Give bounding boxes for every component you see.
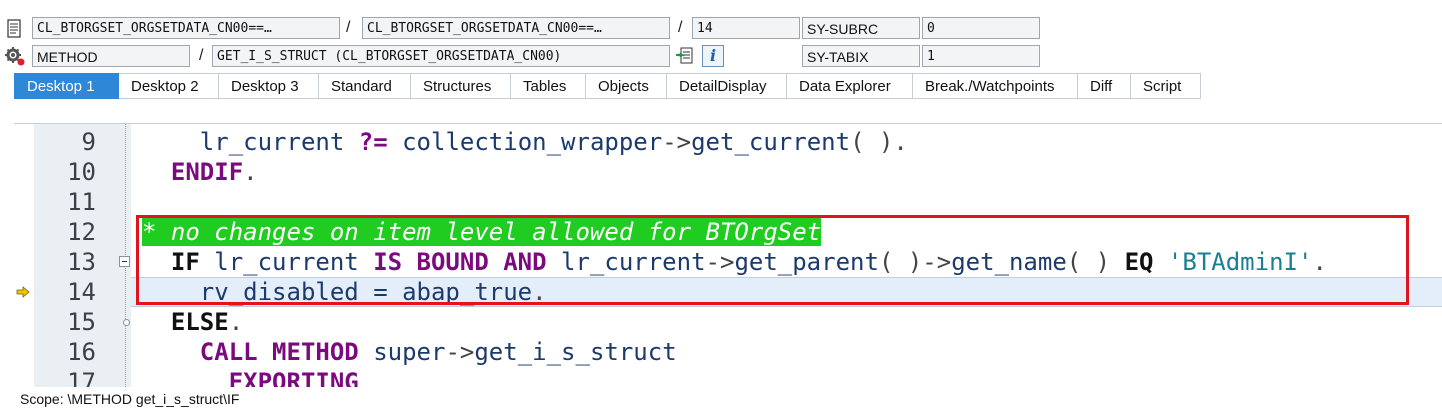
desktop-tab-strip: Desktop 1 Desktop 2 Desktop 3 Standard S… <box>14 73 1201 99</box>
sysfield-value-subrc[interactable]: 0 <box>922 17 1040 39</box>
tab-tables[interactable]: Tables <box>511 73 586 99</box>
code-line: 15 ELSE. <box>14 307 1442 337</box>
code-token: EXPORTING <box>142 368 359 387</box>
sysfield-label-tabix: SY-TABIX <box>802 45 920 67</box>
separator: / <box>678 19 683 36</box>
highlight-annotation-box <box>136 215 1409 305</box>
program-field[interactable]: CL_BTORGSET_ORGSETDATA_CN00==… <box>32 17 340 39</box>
info-icon[interactable]: i <box>702 45 724 67</box>
line-number-field[interactable]: 14 <box>692 17 800 39</box>
tab-desktop-1[interactable]: Desktop 1 <box>14 73 119 99</box>
line-number: 14 <box>67 278 96 306</box>
code-line: 16 CALL METHOD super->get_i_s_struct <box>14 337 1442 367</box>
sysfield-label-subrc: SY-SUBRC <box>802 17 920 39</box>
code-token: . <box>243 158 258 186</box>
event-field[interactable]: GET_I_S_STRUCT (CL_BTORGSET_ORGSETDATA_C… <box>212 45 670 67</box>
document-icon <box>6 19 22 39</box>
code-token: get_current <box>691 128 851 156</box>
code-text: CALL METHOD super->get_i_s_struct <box>142 337 677 367</box>
gear-icon <box>4 45 26 67</box>
code-text: ELSE. <box>142 307 243 337</box>
sysfield-value-tabix[interactable]: 1 <box>922 45 1040 67</box>
status-bar: Scope: \METHOD get_i_s_struct\IF <box>0 388 1442 410</box>
current-line-arrow-icon <box>16 285 30 298</box>
code-text: EXPORTING <box>142 367 359 387</box>
fold-collapse-icon[interactable] <box>119 256 130 267</box>
separator: / <box>346 19 351 36</box>
tab-data-explorer[interactable]: Data Explorer <box>787 73 913 99</box>
line-number: 17 <box>67 368 96 387</box>
breakpoint-icon[interactable] <box>675 46 695 66</box>
line-number: 16 <box>67 338 96 366</box>
code-token: -> <box>662 128 692 156</box>
line-number: 13 <box>67 248 96 276</box>
tab-structures[interactable]: Structures <box>411 73 511 99</box>
code-token: ( ). <box>850 128 908 156</box>
line-number: 10 <box>67 158 96 186</box>
code-token: CALL METHOD <box>142 338 359 366</box>
tab-detaildisplay[interactable]: DetailDisplay <box>667 73 787 99</box>
code-token: collection_wrapper <box>387 128 663 156</box>
code-token: get_i_s_struct <box>474 338 677 366</box>
code-token: lr_current <box>142 128 359 156</box>
code-text: lr_current ?= collection_wrapper->get_cu… <box>142 127 908 157</box>
fold-end-dot <box>123 319 130 326</box>
event-type-field[interactable]: METHOD <box>32 45 190 67</box>
code-token: ?= <box>358 128 388 156</box>
line-number: 12 <box>67 218 96 246</box>
line-number: 9 <box>81 128 96 156</box>
tab-script[interactable]: Script <box>1131 73 1201 99</box>
line-number: 11 <box>67 188 96 216</box>
tab-desktop-3[interactable]: Desktop 3 <box>219 73 319 99</box>
code-token: super <box>358 338 446 366</box>
tab-desktop-2[interactable]: Desktop 2 <box>119 73 219 99</box>
code-text: ENDIF. <box>142 157 258 187</box>
tab-break-watchpoints[interactable]: Break./Watchpoints <box>913 73 1078 99</box>
code-token: ENDIF <box>142 158 244 186</box>
code-line: 11 <box>14 187 1442 217</box>
code-line: 10 ENDIF. <box>14 157 1442 187</box>
code-token: ELSE <box>142 308 229 336</box>
code-token: . <box>228 308 244 336</box>
include-field[interactable]: CL_BTORGSET_ORGSETDATA_CN00==… <box>362 17 670 39</box>
code-token: -> <box>445 338 475 366</box>
code-line: 9 lr_current ?= collection_wrapper->get_… <box>14 127 1442 157</box>
separator: / <box>199 47 204 64</box>
tab-standard[interactable]: Standard <box>319 73 411 99</box>
scope-text: Scope: \METHOD get_i_s_struct\IF <box>20 391 240 407</box>
tab-objects[interactable]: Objects <box>586 73 667 99</box>
tab-diff[interactable]: Diff <box>1078 73 1131 99</box>
code-line: 17 EXPORTING <box>14 367 1442 387</box>
line-number: 15 <box>67 308 96 336</box>
